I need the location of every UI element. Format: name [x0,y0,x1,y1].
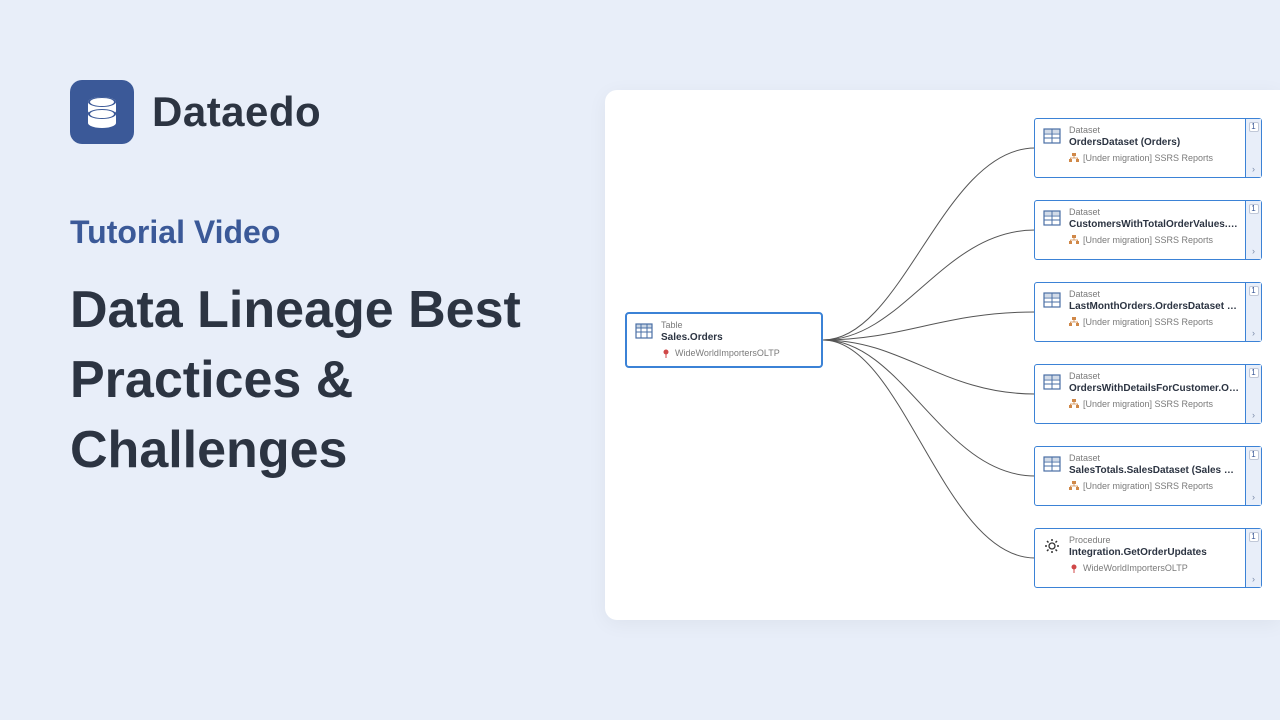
left-hero-panel: Dataedo Tutorial Video Data Lineage Best… [70,80,550,486]
badge-count: 1 [1249,450,1259,460]
chevron-right-icon: › [1252,164,1255,174]
dataset-icon [1043,291,1061,309]
org-icon [1069,235,1079,245]
chevron-right-icon: › [1252,492,1255,502]
badge-count: 1 [1249,532,1259,542]
chevron-right-icon: › [1252,246,1255,256]
brand-name: Dataedo [152,88,321,136]
target-expand-badge[interactable]: 1 › [1245,529,1261,587]
target-node-title: OrdersDataset (Orders) [1069,136,1239,149]
brand-logo [70,80,134,144]
subtitle: Tutorial Video [70,214,550,251]
database-icon [82,92,122,132]
target-node-title: SalesTotals.SalesDataset (Sales Totals) [1069,464,1239,477]
dataset-icon [1043,373,1061,391]
lineage-target-list: Dataset OrdersDataset (Orders) [Under mi… [1034,118,1262,588]
org-icon [1069,153,1079,163]
chevron-right-icon: › [1252,328,1255,338]
target-node-content: Dataset LastMonthOrders.OrdersDataset (L… [1069,289,1239,335]
main-title: Data Lineage Best Practices & Challenges [70,275,550,486]
source-node-content: Table Sales.Orders WideWorldImportersOLT… [661,320,813,360]
badge-count: 1 [1249,286,1259,296]
target-node-source: WideWorldImportersOLTP [1069,562,1239,575]
badge-count: 1 [1249,122,1259,132]
target-node-type: Dataset [1069,453,1239,464]
target-expand-badge[interactable]: 1 › [1245,283,1261,341]
dataset-icon [1043,127,1061,145]
target-node-content: Dataset OrdersWithDetailsForCustomer.Ord… [1069,371,1239,417]
org-icon [1069,481,1079,491]
target-node-content: Dataset SalesTotals.SalesDataset (Sales … [1069,453,1239,499]
lineage-connectors [823,90,1035,620]
target-expand-badge[interactable]: 1 › [1245,119,1261,177]
target-node-source: [Under migration] SSRS Reports [1069,398,1239,411]
source-node-title: Sales.Orders [661,331,813,344]
target-node-type: Dataset [1069,289,1239,300]
table-icon [635,322,653,340]
org-icon [1069,317,1079,327]
target-node-content: Dataset OrdersDataset (Orders) [Under mi… [1069,125,1239,171]
target-expand-badge[interactable]: 1 › [1245,365,1261,423]
lineage-target-node[interactable]: Dataset OrdersDataset (Orders) [Under mi… [1034,118,1262,178]
target-node-type: Dataset [1069,371,1239,382]
lineage-target-node[interactable]: Procedure Integration.GetOrderUpdates Wi… [1034,528,1262,588]
target-node-title: CustomersWithTotalOrderValues.CustomersD… [1069,218,1239,231]
target-node-type: Dataset [1069,207,1239,218]
logo-row: Dataedo [70,80,550,144]
lineage-target-node[interactable]: Dataset CustomersWithTotalOrderValues.Cu… [1034,200,1262,260]
pin-icon [661,348,671,358]
org-icon [1069,399,1079,409]
target-expand-badge[interactable]: 1 › [1245,201,1261,259]
dataset-icon [1043,455,1061,473]
target-node-title: Integration.GetOrderUpdates [1069,546,1239,559]
badge-count: 1 [1249,204,1259,214]
badge-count: 1 [1249,368,1259,378]
source-node-type: Table [661,320,813,331]
lineage-diagram-panel: Table Sales.Orders WideWorldImportersOLT… [605,90,1280,620]
lineage-target-node[interactable]: Dataset SalesTotals.SalesDataset (Sales … [1034,446,1262,506]
lineage-target-node[interactable]: Dataset LastMonthOrders.OrdersDataset (L… [1034,282,1262,342]
target-node-source: [Under migration] SSRS Reports [1069,152,1239,165]
source-node-db: WideWorldImportersOLTP [661,347,813,360]
procedure-icon [1043,537,1061,555]
dataset-icon [1043,209,1061,227]
lineage-target-node[interactable]: Dataset OrdersWithDetailsForCustomer.Ord… [1034,364,1262,424]
target-node-type: Procedure [1069,535,1239,546]
target-node-source: [Under migration] SSRS Reports [1069,234,1239,247]
lineage-source-node[interactable]: Table Sales.Orders WideWorldImportersOLT… [625,312,823,368]
chevron-right-icon: › [1252,410,1255,420]
target-node-type: Dataset [1069,125,1239,136]
target-node-title: LastMonthOrders.OrdersDataset (Last Mont… [1069,300,1239,313]
target-node-source: [Under migration] SSRS Reports [1069,480,1239,493]
target-node-content: Dataset CustomersWithTotalOrderValues.Cu… [1069,207,1239,253]
target-expand-badge[interactable]: 1 › [1245,447,1261,505]
target-node-title: OrdersWithDetailsForCustomer.OrdersDatas… [1069,382,1239,395]
target-node-content: Procedure Integration.GetOrderUpdates Wi… [1069,535,1239,581]
target-node-source: [Under migration] SSRS Reports [1069,316,1239,329]
chevron-right-icon: › [1252,574,1255,584]
pin-icon [1069,563,1079,573]
